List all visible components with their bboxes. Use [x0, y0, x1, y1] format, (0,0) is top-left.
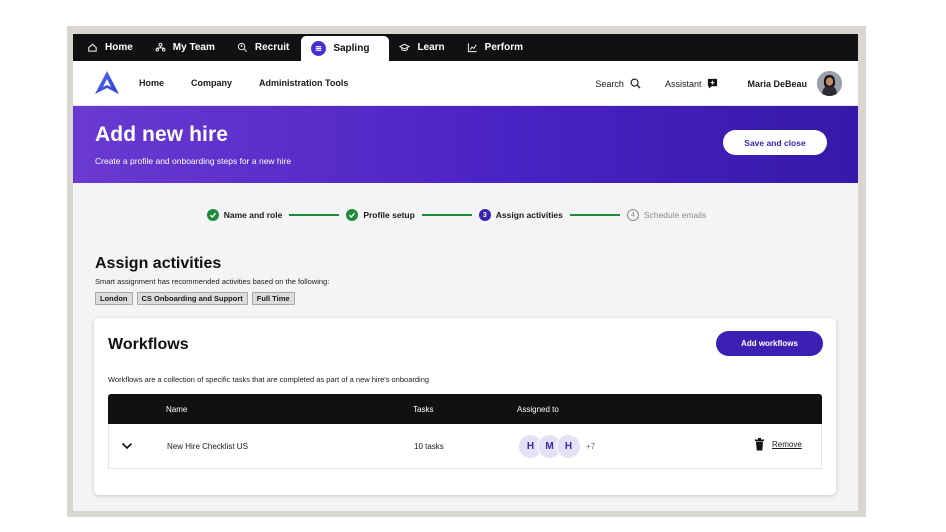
app-tab-my-team[interactable]: My Team: [145, 34, 227, 61]
chip-location: London: [95, 292, 133, 305]
section-subtitle: Smart assignment has recommended activit…: [95, 277, 330, 286]
criteria-chips: London CS Onboarding and Support Full Ti…: [95, 292, 295, 305]
logo[interactable]: [93, 69, 121, 97]
assistant-button[interactable]: Assistant: [665, 78, 719, 89]
app-tab-label: Perform: [484, 42, 524, 53]
screenshot-frame: Home My Team Recruit Sapling Learn Perfo…: [67, 26, 866, 517]
column-header-assigned[interactable]: Assigned to: [517, 405, 559, 414]
app-window: Home My Team Recruit Sapling Learn Perfo…: [73, 34, 858, 511]
chip-employment-type: Full Time: [251, 292, 295, 305]
sapling-icon: [311, 41, 327, 56]
step-connector: [421, 214, 472, 216]
column-header-name[interactable]: Name: [166, 405, 187, 414]
search-icon: [630, 78, 641, 89]
workflow-name: New Hire Checklist US: [167, 442, 248, 451]
top-nav: Home Company Administration Tools Search…: [73, 61, 858, 106]
team-icon: [155, 42, 166, 52]
step-connector: [289, 214, 340, 216]
step-label: Profile setup: [363, 210, 415, 220]
workflows-table: Name Tasks Assigned to New Hire Checklis…: [108, 394, 822, 488]
workflow-task-count: 10 tasks: [414, 442, 444, 451]
remove-button[interactable]: Remove: [754, 438, 802, 451]
app-tab-recruit[interactable]: Recruit: [227, 34, 301, 61]
avatar[interactable]: [817, 71, 842, 96]
workflows-card: Workflows Add workflows Workflows are a …: [94, 318, 836, 495]
app-tab-label: Sapling: [333, 43, 370, 54]
search-button[interactable]: Search: [595, 78, 641, 89]
step-label: Name and role: [223, 210, 283, 220]
page-header: Add new hire Create a profile and onboar…: [73, 106, 858, 183]
app-tab-label: Recruit: [254, 42, 290, 53]
remove-label: Remove: [772, 440, 802, 449]
check-circle-icon: [206, 209, 219, 221]
table-header: Name Tasks Assigned to: [108, 394, 822, 424]
check-circle-icon: [346, 209, 359, 221]
app-tab-home[interactable]: Home: [77, 34, 145, 61]
chart-icon: [467, 43, 477, 53]
step-schedule-emails[interactable]: 4 Schedule emails: [626, 209, 707, 221]
step-profile-setup[interactable]: Profile setup: [346, 209, 415, 221]
assignee-avatars[interactable]: H M H +7: [518, 434, 595, 459]
graduation-cap-icon: [399, 43, 411, 51]
step-number: 3: [478, 209, 491, 221]
chip-department: CS Onboarding and Support: [136, 292, 248, 305]
search-label: Search: [595, 78, 624, 89]
app-tab-perform[interactable]: Perform: [457, 34, 535, 61]
workflows-description: Workflows are a collection of specific t…: [108, 375, 430, 384]
nav-link-administration-tools[interactable]: Administration Tools: [259, 78, 348, 88]
step-label: Schedule emails: [643, 210, 707, 220]
step-connector: [569, 214, 620, 216]
step-assign-activities[interactable]: 3 Assign activities: [478, 209, 563, 221]
app-tab-label: Home: [105, 42, 133, 53]
user-name: Maria DeBeau: [747, 78, 807, 89]
save-and-close-button[interactable]: Save and close: [723, 130, 827, 155]
progress-stepper: Name and role Profile setup 3 Assign act…: [73, 209, 858, 221]
section-title: Assign activities: [95, 255, 222, 272]
add-workflows-button[interactable]: Add workflows: [716, 331, 823, 356]
app-tab-label: Learn: [417, 42, 445, 53]
page-title: Add new hire: [95, 123, 229, 146]
page-subtitle: Create a profile and onboarding steps fo…: [95, 156, 292, 166]
step-label: Assign activities: [495, 210, 563, 220]
app-tab-learn[interactable]: Learn: [389, 34, 456, 61]
more-assignees-count: +7: [586, 442, 596, 451]
workflows-title: Workflows: [108, 336, 189, 353]
home-icon: [88, 43, 97, 52]
app-switcher: Home My Team Recruit Sapling Learn Perfo…: [73, 34, 858, 61]
app-tab-label: My Team: [172, 42, 215, 53]
nav-right: Search Assistant Maria DeBeau: [595, 61, 842, 106]
assistant-label: Assistant: [664, 78, 702, 89]
nav-link-home[interactable]: Home: [139, 78, 164, 88]
step-number: 4: [626, 209, 639, 221]
chevron-down-icon[interactable]: [121, 440, 133, 452]
recruit-icon: [237, 42, 247, 52]
table-row[interactable]: New Hire Checklist US 10 tasks H M H +7 …: [108, 424, 822, 469]
column-header-tasks[interactable]: Tasks: [413, 405, 433, 414]
step-name-and-role[interactable]: Name and role: [206, 209, 283, 221]
app-tab-sapling[interactable]: Sapling: [301, 36, 390, 61]
assignee-avatar: H: [556, 434, 581, 459]
nav-link-company[interactable]: Company: [191, 78, 232, 88]
trash-icon: [755, 438, 764, 451]
assistant-icon: [708, 78, 718, 89]
